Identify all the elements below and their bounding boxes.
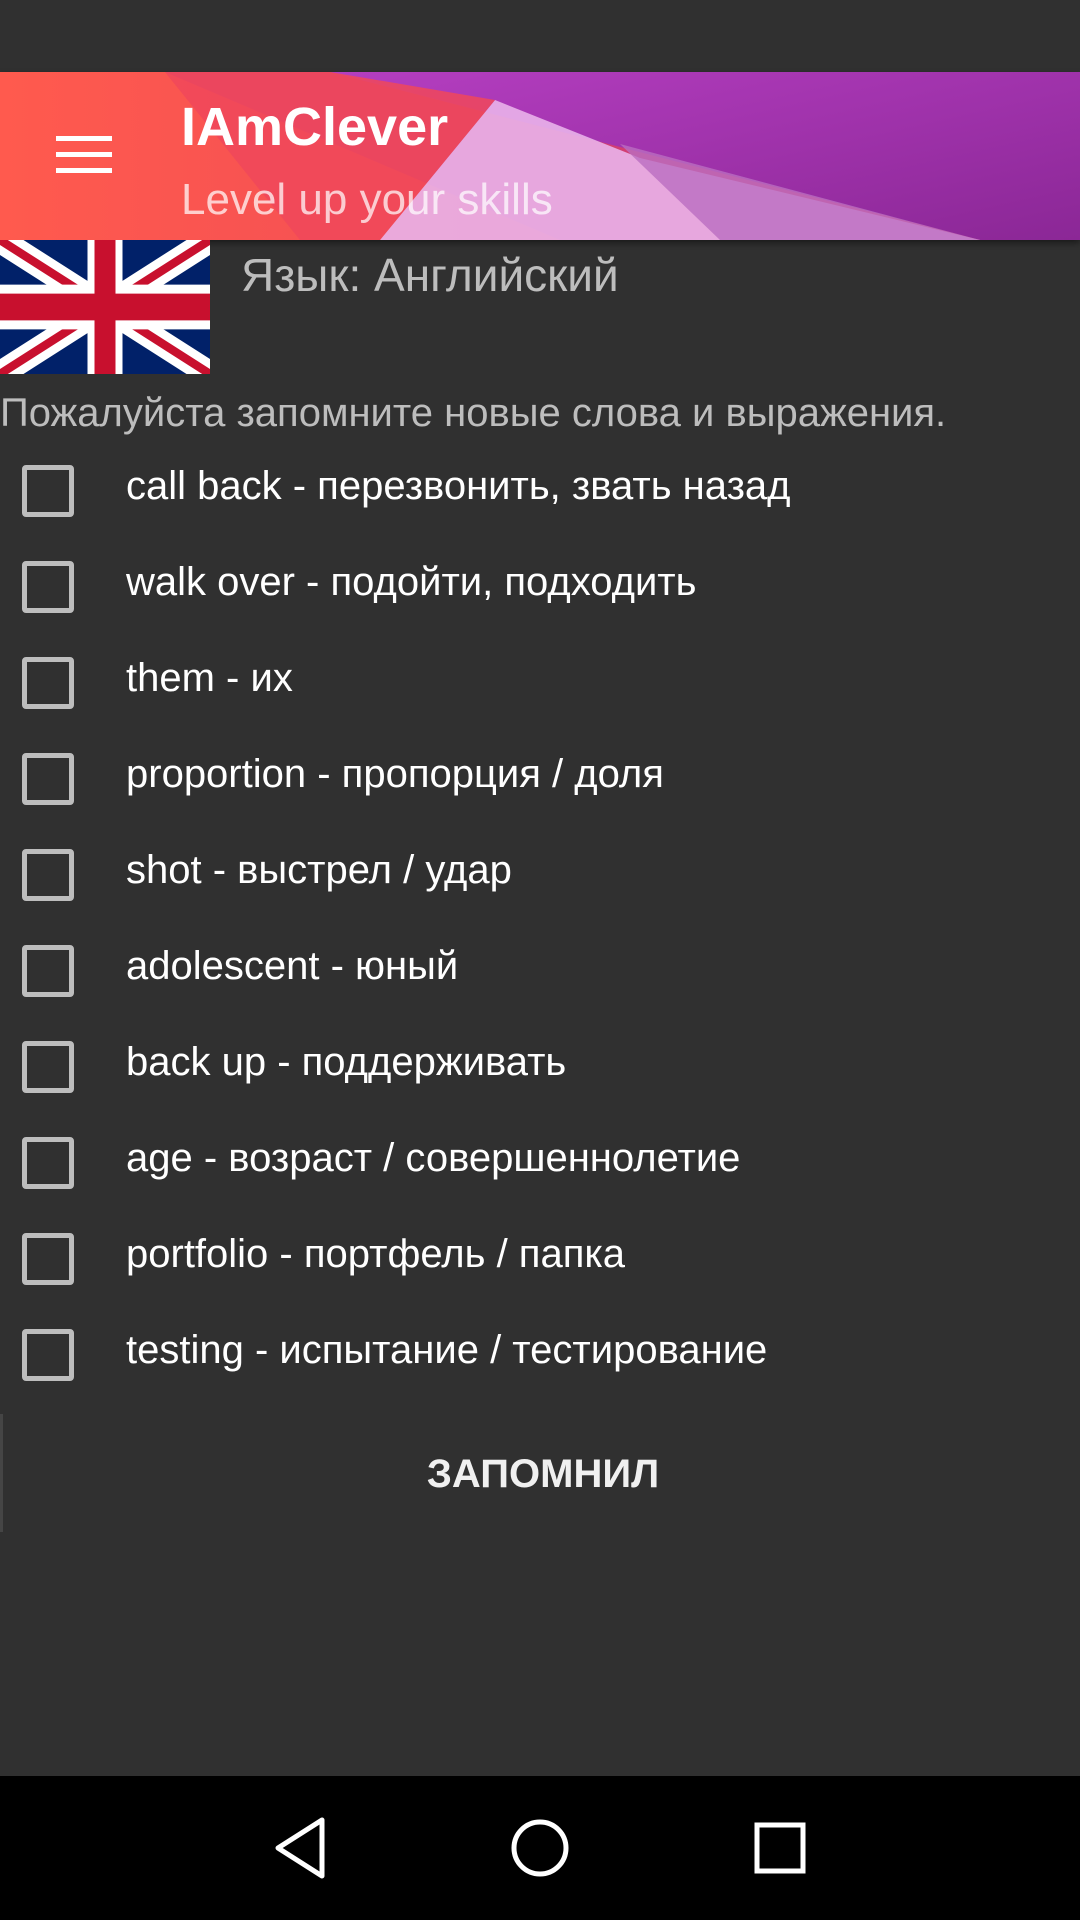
word-label: adolescent - юный: [126, 944, 459, 988]
word-label: proportion - пропорция / доля: [126, 752, 664, 796]
word-item[interactable]: back up - поддерживать: [0, 1019, 1080, 1115]
checkbox[interactable]: [22, 945, 74, 997]
instruction-text: Пожалуйста запомните новые слова и выраж…: [0, 391, 947, 435]
app-bar: IAmClever Level up your skills: [0, 72, 1080, 240]
hamburger-menu-icon-bar: [56, 168, 112, 173]
checkbox[interactable]: [22, 1329, 74, 1381]
word-item[interactable]: portfolio - портфель / папка: [0, 1211, 1080, 1307]
word-item[interactable]: proportion - пропорция / доля: [0, 731, 1080, 827]
word-label: walk over - подойти, подходить: [126, 560, 697, 604]
recents-square-icon[interactable]: [730, 1798, 830, 1898]
app-title: IAmClever: [181, 97, 449, 157]
word-label: call back - перезвонить, звать назад: [126, 464, 791, 508]
word-item[interactable]: testing - испытание / тестирование: [0, 1307, 1080, 1403]
back-triangle-icon[interactable]: [250, 1798, 350, 1898]
checkbox[interactable]: [22, 561, 74, 613]
checkbox[interactable]: [22, 465, 74, 517]
navigation-bar: [0, 1776, 1080, 1920]
word-label: age - возраст / совершеннолетие: [126, 1136, 741, 1180]
word-label: portfolio - портфель / папка: [126, 1232, 625, 1276]
word-label: them - их: [126, 656, 293, 700]
word-item[interactable]: age - возраст / совершеннолетие: [0, 1115, 1080, 1211]
word-item[interactable]: call back - перезвонить, звать назад: [0, 443, 1080, 539]
word-item[interactable]: them - их: [0, 635, 1080, 731]
checkbox[interactable]: [22, 1041, 74, 1093]
menu-button[interactable]: [24, 108, 144, 204]
checkbox[interactable]: [22, 657, 74, 709]
hamburger-menu-icon: [56, 136, 112, 141]
word-item[interactable]: walk over - подойти, подходить: [0, 539, 1080, 635]
checkbox[interactable]: [22, 753, 74, 805]
word-list: call back - перезвонить, звать назад wal…: [0, 443, 1080, 1403]
home-circle-icon[interactable]: [490, 1798, 590, 1898]
checkbox[interactable]: [22, 849, 74, 901]
app-subtitle: Level up your skills: [181, 175, 553, 224]
language-label: Язык: Английский: [241, 249, 619, 301]
status-bar: [0, 0, 1080, 72]
word-item[interactable]: shot - выстрел / удар: [0, 827, 1080, 923]
remembered-button-label: ЗАПОМНИЛ: [426, 1452, 660, 1496]
uk-flag-icon: [0, 240, 210, 374]
checkbox[interactable]: [22, 1233, 74, 1285]
hamburger-menu-icon-bar: [56, 152, 112, 157]
word-label: testing - испытание / тестирование: [126, 1328, 768, 1372]
remembered-button[interactable]: ЗАПОМНИЛ: [0, 1414, 1080, 1532]
checkbox[interactable]: [22, 1137, 74, 1189]
word-label: shot - выстрел / удар: [126, 848, 512, 892]
word-label: back up - поддерживать: [126, 1040, 567, 1084]
word-item[interactable]: adolescent - юный: [0, 923, 1080, 1019]
